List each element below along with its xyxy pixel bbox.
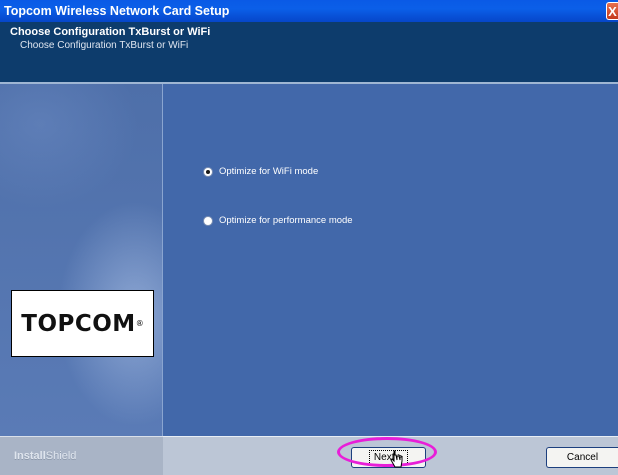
header-title: Choose Configuration TxBurst or WiFi [10,26,211,38]
highlight-circle [337,437,437,467]
option-label: Optimize for performance mode [219,215,353,226]
radio-button-checked[interactable] [203,166,213,177]
cancel-button[interactable]: Cancel [546,447,618,468]
wizard-header: Choose Configuration TxBurst or WiFi Cho… [0,22,618,82]
title-bar[interactable]: Topcom Wireless Network Card Setup X [0,0,618,22]
registered-mark: ® [135,319,144,328]
close-button[interactable]: X [606,2,618,20]
logo-text: TOPCOM [21,310,136,337]
radio-button-unchecked[interactable] [203,215,213,226]
option-wifi-mode[interactable]: Optimize for WiFi mode [203,166,318,177]
installshield-area: InstallShield [0,436,163,475]
topcom-logo: TOPCOM ® [11,290,154,357]
option-performance-mode[interactable]: Optimize for performance mode [203,215,353,226]
window-title: Topcom Wireless Network Card Setup [4,4,230,18]
wizard-footer: InstallShield Next > Cancel [0,436,618,475]
options-panel: Optimize for WiFi mode Optimize for perf… [163,84,618,436]
installshield-brand: InstallShield [14,450,76,462]
setup-window: Topcom Wireless Network Card Setup X Cho… [0,0,618,475]
installshield-light: Shield [45,450,77,462]
installshield-bold: Install [14,450,46,462]
close-icon: X [608,4,617,19]
option-label: Optimize for WiFi mode [219,166,319,177]
hand-cursor-icon [390,450,403,468]
header-subtitle: Choose Configuration TxBurst or WiFi [20,40,189,51]
branding-panel: TOPCOM ® [0,84,163,436]
cancel-button-label: Cancel [566,452,599,463]
